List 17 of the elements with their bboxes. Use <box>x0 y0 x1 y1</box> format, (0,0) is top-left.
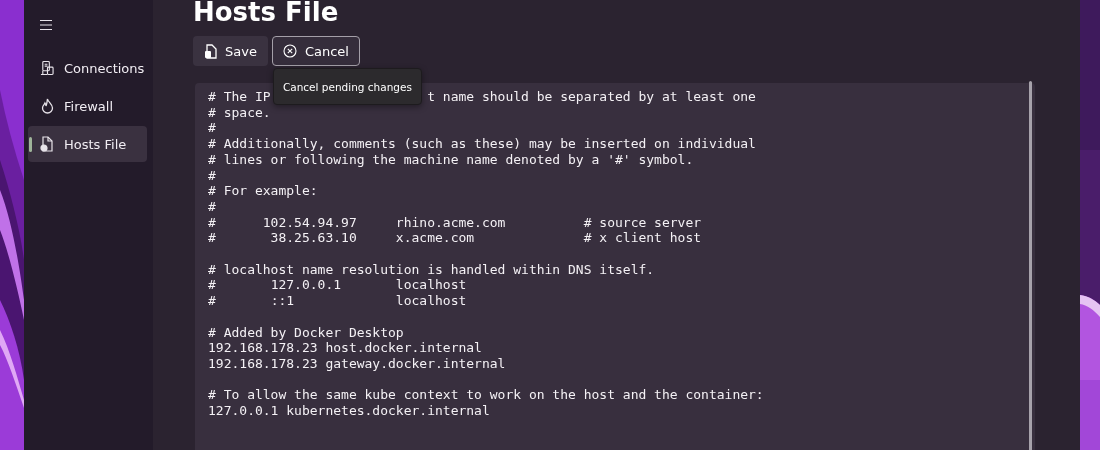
document-icon <box>40 136 54 152</box>
page-title: Hosts File <box>193 0 339 29</box>
code-text: t name should be separated by at least one <box>427 89 756 105</box>
tooltip: Cancel pending changes <box>272 68 422 105</box>
toolbar-button[interactable]: Save <box>193 36 268 66</box>
code-text: # space. # # Additionally, comments (such as these) may be inserted on individual # lines or following the machine name denoted by a '#' symbol. # # For example: # # 102.54.94.97 rhino.acme.com # source server # 38.25.63.10 x.acme.com # x client host # localhost name resolution is handled within DNS itself. # 127.0.0.1 localhost # ::1 localhost # Added by Docker Desktop 192.168.178.23 host.docker.internal 192.168.178.23 gateway.docker.internal # To allow the same kube context to work on the host and the container: 127.0.0.1 kubernetes.docker.internal <box>208 104 765 419</box>
close-icon <box>282 44 297 58</box>
sidebar-item[interactable]: Hosts File <box>28 126 147 162</box>
menu-icon[interactable] <box>39 19 53 31</box>
flame-icon <box>40 98 54 114</box>
toolbar-button[interactable]: Cancel <box>271 36 360 66</box>
document-icon <box>204 43 217 59</box>
sidebar-item[interactable]: Connections <box>28 50 147 86</box>
server-icon <box>40 60 54 76</box>
code-text: # The IP <box>208 89 271 105</box>
sidebar-item[interactable]: Firewall <box>28 88 147 124</box>
scrollbar[interactable] <box>1029 81 1032 450</box>
